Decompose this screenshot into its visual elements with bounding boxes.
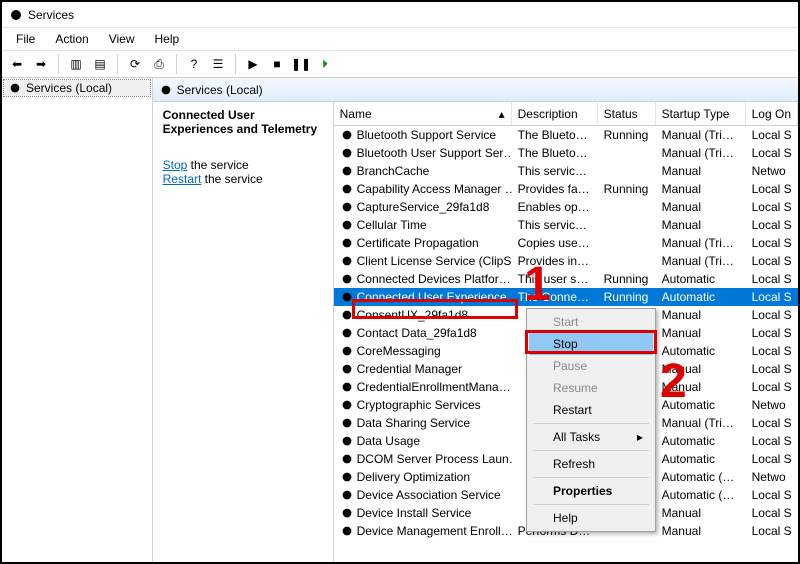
table-row[interactable]: CaptureService_29fa1d8Enables opti…Manua… [334, 198, 798, 216]
gear-icon [340, 344, 354, 358]
col-desc[interactable]: Description [512, 102, 598, 125]
help-button[interactable]: ? [183, 53, 205, 75]
table-row[interactable]: Bluetooth Support ServiceThe Bluetoo…Run… [334, 126, 798, 144]
table-row[interactable]: Cellular TimeThis service …ManualLocal S [334, 216, 798, 234]
table-row[interactable]: Connected Devices Platfor…This user ser…… [334, 270, 798, 288]
gear-icon [340, 164, 354, 178]
ctx-restart[interactable]: Restart [529, 399, 653, 421]
window-title: Services [28, 8, 74, 22]
gear-icon [340, 362, 354, 376]
gear-icon [340, 146, 354, 160]
gear-icon [340, 398, 354, 412]
gear-icon [340, 182, 354, 196]
props-button[interactable]: ☰ [207, 53, 229, 75]
tree-item-services-local[interactable]: Services (Local) [4, 80, 150, 96]
gear-icon [340, 416, 354, 430]
ctx-all-tasks[interactable]: All Tasks▸ [529, 426, 653, 448]
ctx-help[interactable]: Help [529, 507, 653, 529]
col-name[interactable]: Name▴ [334, 102, 512, 125]
gear-icon [340, 506, 354, 520]
gear-icon [159, 83, 173, 97]
gear-icon [340, 272, 354, 286]
gear-icon [340, 308, 354, 322]
gear-icon [340, 524, 354, 538]
refresh-button[interactable]: ⟳ [124, 53, 146, 75]
table-row[interactable]: Connected User Experience…The Connec…Run… [334, 288, 798, 306]
breadcrumb: Services (Local) [153, 78, 798, 102]
col-start[interactable]: Startup Type [656, 102, 746, 125]
restart-link[interactable]: Restart [163, 172, 202, 186]
gear-icon [340, 128, 354, 142]
col-logon[interactable]: Log On [746, 102, 798, 125]
col-status[interactable]: Status [598, 102, 656, 125]
table-row[interactable]: Certificate PropagationCopies user …Manu… [334, 234, 798, 252]
gear-icon [340, 452, 354, 466]
table-row[interactable]: BranchCacheThis service …ManualNetwo [334, 162, 798, 180]
gear-icon [340, 470, 354, 484]
ctx-resume: Resume [529, 377, 653, 399]
gear-icon [340, 290, 354, 304]
ctx-pause: Pause [529, 355, 653, 377]
gear-icon [340, 236, 354, 250]
gear-icon [8, 81, 22, 95]
stop-link[interactable]: Stop [163, 158, 188, 172]
menu-view[interactable]: View [101, 30, 143, 48]
ctx-stop[interactable]: Stop [529, 333, 653, 355]
menu-file[interactable]: File [8, 30, 43, 48]
properties-button[interactable]: ▤ [89, 53, 111, 75]
gear-icon [340, 488, 354, 502]
table-row[interactable]: Capability Access Manager …Provides fac…… [334, 180, 798, 198]
ctx-refresh[interactable]: Refresh [529, 453, 653, 475]
ctx-properties[interactable]: Properties [529, 480, 653, 502]
table-row[interactable]: Client License Service (ClipS…Provides i… [334, 252, 798, 270]
details-pane: Connected User Experiences and Telemetry… [153, 102, 333, 562]
menu-help[interactable]: Help [147, 30, 188, 48]
restart-service-button[interactable]: ⏵ [314, 53, 336, 75]
table-row[interactable]: Bluetooth User Support Ser…The Bluetoo…M… [334, 144, 798, 162]
list-header: Name▴ Description Status Startup Type Lo… [334, 102, 798, 126]
gear-icon [340, 200, 354, 214]
start-service-button[interactable]: ▶ [242, 53, 264, 75]
tree-pane: Services (Local) [2, 78, 153, 562]
export-button[interactable]: ⎙ [148, 53, 170, 75]
back-button[interactable]: ⬅ [6, 53, 28, 75]
submenu-arrow-icon: ▸ [637, 430, 643, 444]
gear-icon [340, 380, 354, 394]
services-icon [8, 7, 24, 23]
forward-button[interactable]: ➡ [30, 53, 52, 75]
gear-icon [340, 434, 354, 448]
context-menu: Start Stop Pause Resume Restart All Task… [526, 308, 656, 532]
gear-icon [340, 218, 354, 232]
selected-service-name: Connected User Experiences and Telemetry [163, 108, 323, 136]
show-hide-tree-button[interactable]: ▥ [65, 53, 87, 75]
gear-icon [340, 254, 354, 268]
ctx-start: Start [529, 311, 653, 333]
gear-icon [340, 326, 354, 340]
menu-action[interactable]: Action [47, 30, 96, 48]
pause-service-button[interactable]: ❚❚ [290, 53, 312, 75]
stop-service-button[interactable]: ■ [266, 53, 288, 75]
